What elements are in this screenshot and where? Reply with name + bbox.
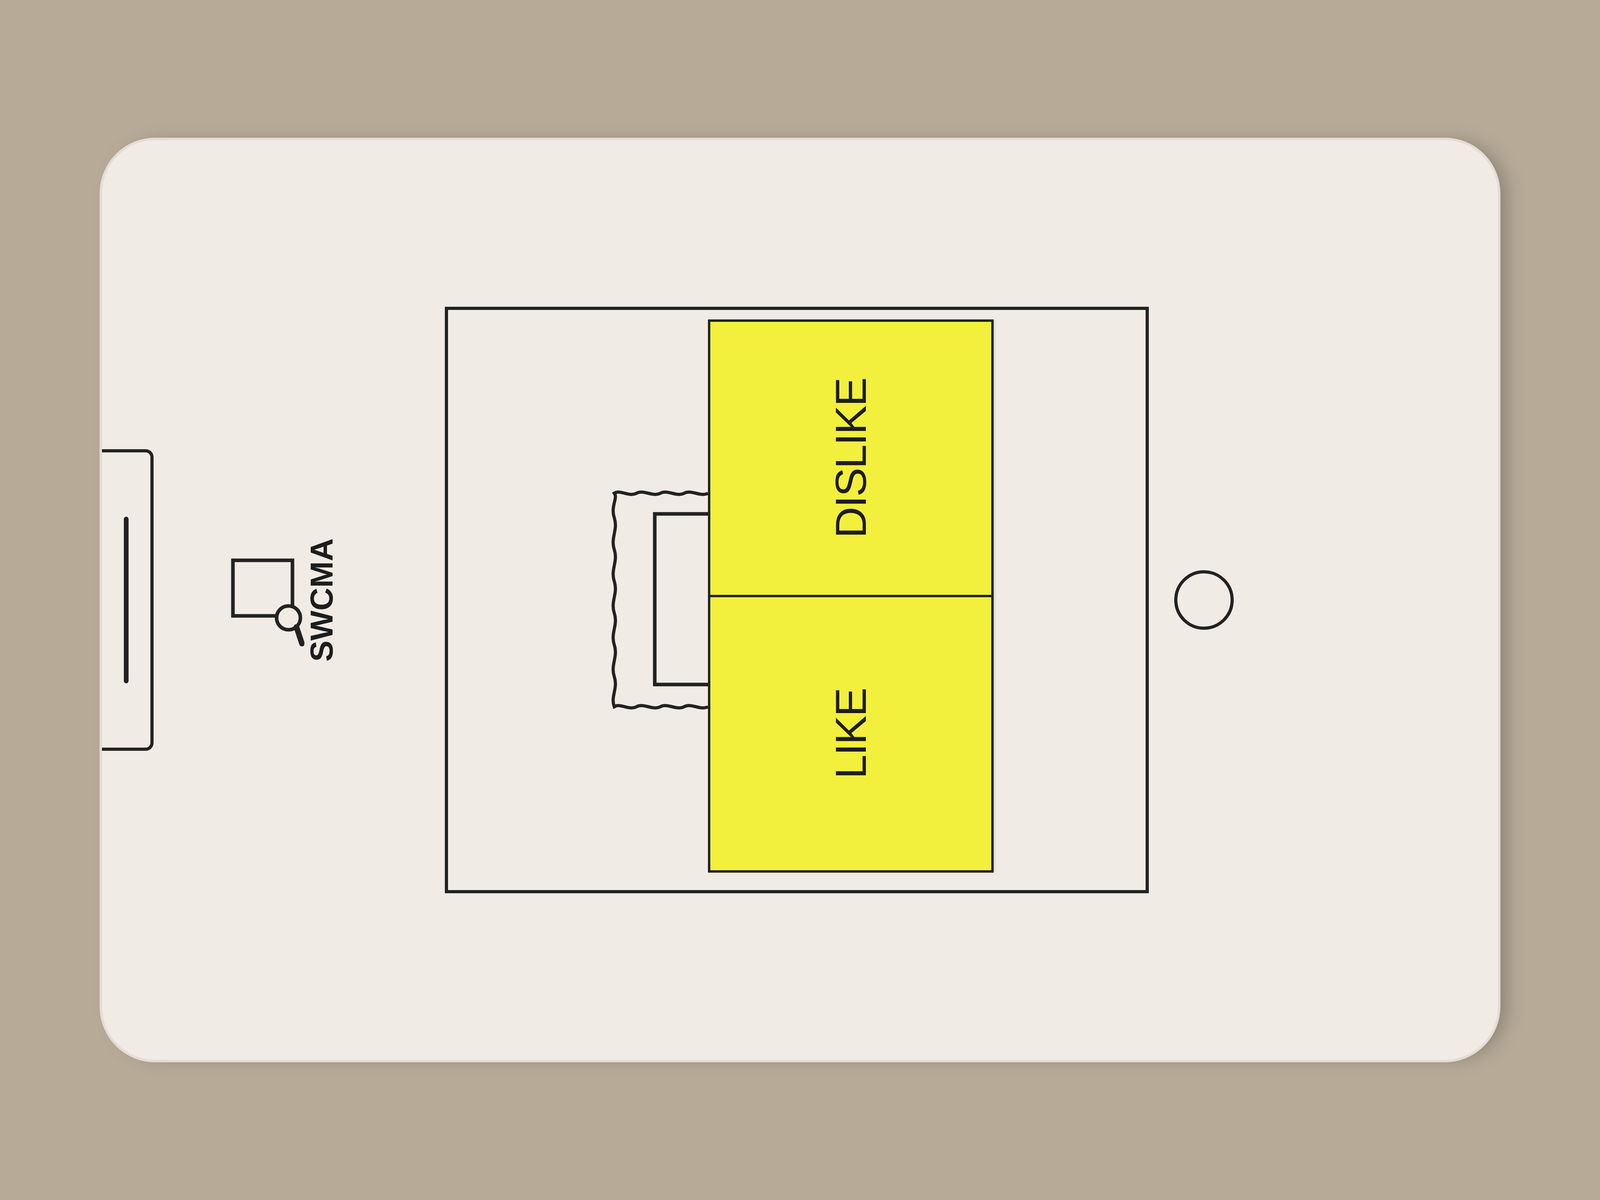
logo-text: SWCMA — [305, 538, 338, 662]
logo-icon — [228, 548, 305, 652]
app-logo: SWCMA — [228, 538, 338, 662]
vote-button[interactable]: DISLIKE — [710, 321, 992, 595]
vote-note: LIKEDISLIKE — [707, 319, 994, 873]
vote-button[interactable]: LIKE — [710, 594, 992, 871]
picture-frame-icon — [608, 487, 708, 713]
earpiece — [101, 449, 154, 751]
home-button[interactable] — [1174, 570, 1234, 630]
screen: LIKEDISLIKE — [444, 306, 1149, 894]
photo-background: SWCMA LIKEDISLIKE — [0, 0, 1600, 1200]
speaker-slot — [123, 516, 129, 684]
paper-phone: SWCMA LIKEDISLIKE — [99, 137, 1501, 1063]
